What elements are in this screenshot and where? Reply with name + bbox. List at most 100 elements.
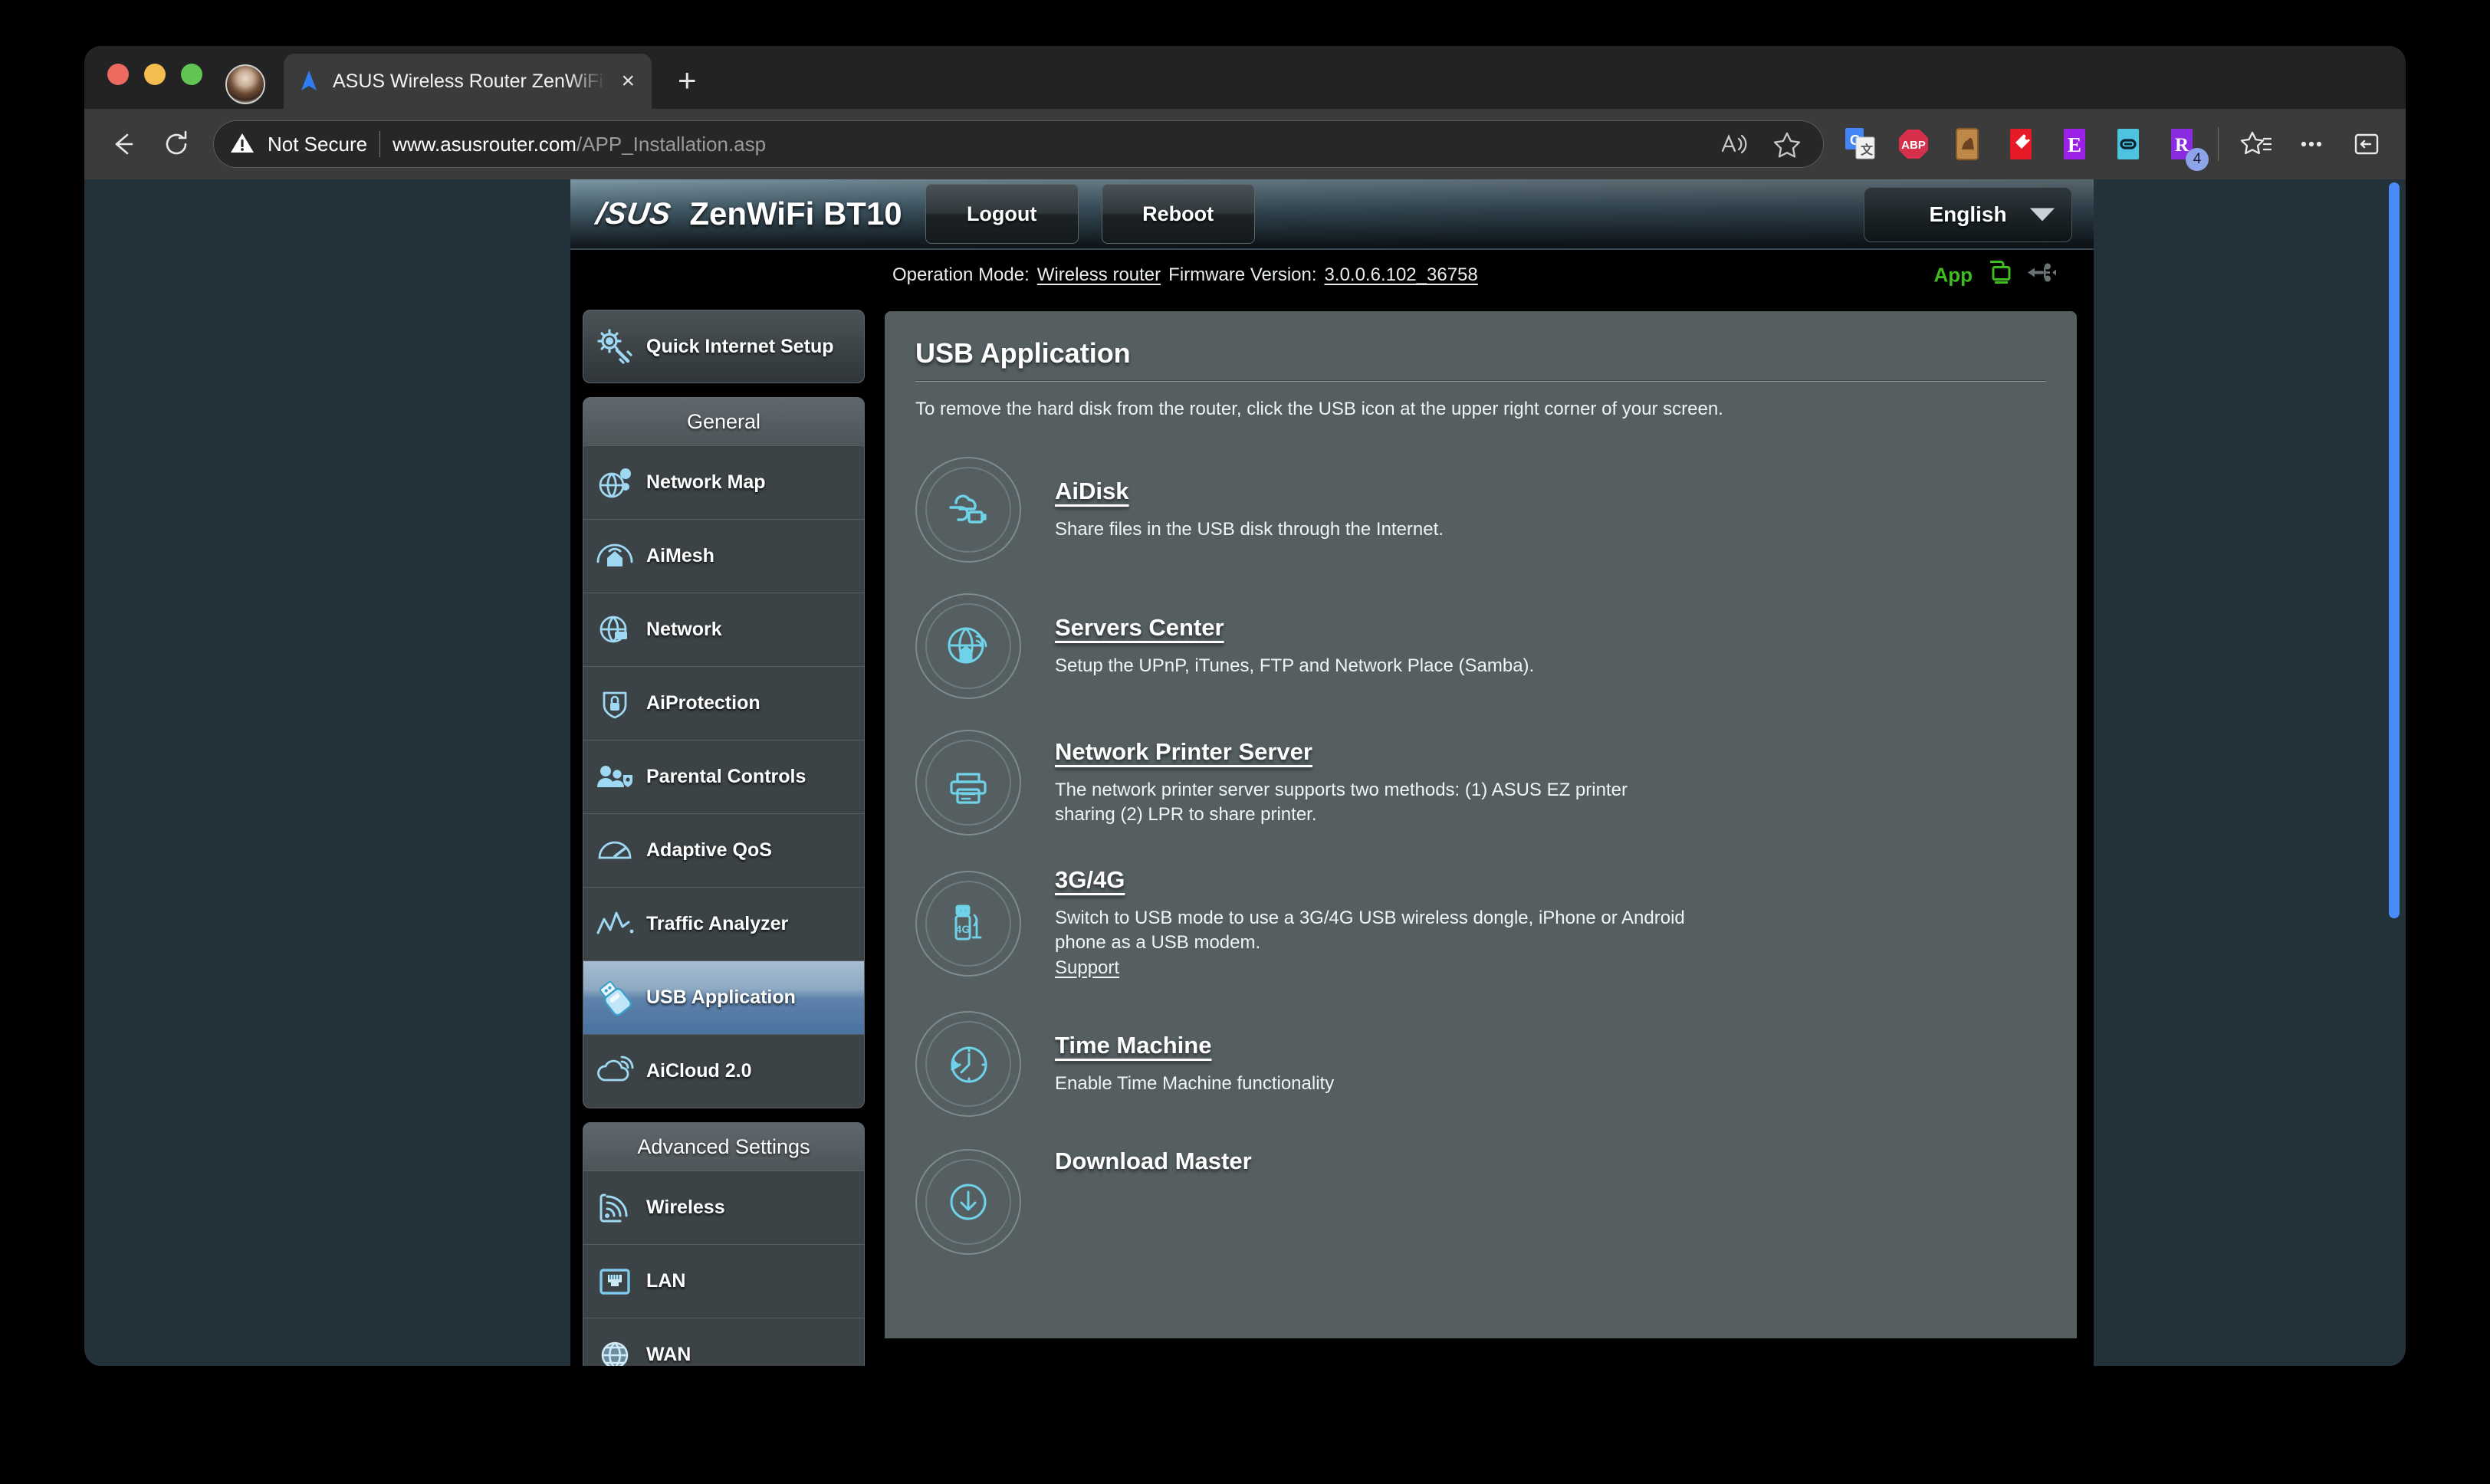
- sidebar-item-traffic-analyzer[interactable]: Traffic Analyzer: [583, 887, 864, 960]
- sidebar-item-label: Wireless: [646, 1197, 725, 1218]
- sidebar-group-header: Advanced Settings: [583, 1123, 864, 1170]
- sidebar-item-wireless[interactable]: Wireless: [583, 1170, 864, 1244]
- globe-home-server-icon: [915, 593, 1021, 699]
- sidebar-item-label: Network Map: [646, 471, 766, 493]
- app-link-3g-4g[interactable]: 3G/4G: [1055, 866, 1125, 894]
- sidebar-item-network-map[interactable]: Network Map: [583, 445, 864, 519]
- list-item[interactable]: 4G 3G/4G Switch to USB mode to use a 3G/…: [915, 866, 2046, 980]
- app-description: Share files in the USB disk through the …: [1055, 518, 1444, 540]
- clock-rewind-icon: [915, 1011, 1021, 1118]
- printer-icon: [915, 730, 1021, 836]
- app-link-network-printer-server[interactable]: Network Printer Server: [1055, 738, 1312, 766]
- sidebar-item-adaptive-qos[interactable]: Adaptive QoS: [583, 813, 864, 887]
- back-arrow-icon[interactable]: [106, 127, 140, 161]
- sidebar-item-lan[interactable]: LAN: [583, 1244, 864, 1318]
- url-host: www.asusrouter.com: [393, 132, 577, 156]
- gauge-icon: [594, 830, 636, 872]
- sidebar-item-quick-internet-setup[interactable]: Quick Internet Setup: [583, 310, 865, 383]
- link-extension[interactable]: [2112, 125, 2144, 163]
- sidebar-item-wan[interactable]: WAN: [583, 1318, 864, 1366]
- app-link-download-master[interactable]: Download Master: [1055, 1147, 1252, 1175]
- asus-router-ui: /SUS ZenWiFi BT10 Logout Reboot English …: [570, 179, 2094, 1366]
- maximize-window-button[interactable]: [181, 64, 202, 85]
- not-secure-icon: [229, 130, 255, 159]
- people-shield-icon: [594, 757, 636, 798]
- tab-title: ASUS Wireless Router ZenWiFi: [333, 70, 603, 92]
- vertical-scrollbar[interactable]: [2389, 182, 2400, 918]
- list-item[interactable]: Download Master: [915, 1147, 2046, 1256]
- star-icon[interactable]: [1769, 126, 1805, 162]
- sidebar-item-label: AiCloud 2.0: [646, 1060, 752, 1082]
- adblock-plus-extension[interactable]: ABP: [1897, 125, 1930, 163]
- language-select[interactable]: English: [1864, 187, 2072, 242]
- sidebar-item-label: Quick Internet Setup: [646, 336, 834, 357]
- read-aloud-icon[interactable]: [1714, 126, 1749, 162]
- operation-mode-value[interactable]: Wireless router: [1037, 264, 1161, 286]
- sidebar-item-aiprotection[interactable]: AiProtection: [583, 666, 864, 740]
- new-tab-button[interactable]: +: [678, 64, 697, 97]
- traffic-chart-icon: [594, 904, 636, 945]
- url-input[interactable]: www.asusrouter.com/APP_Installation.asp: [393, 133, 766, 156]
- sidebar-item-usb-application[interactable]: USB Application: [583, 960, 864, 1034]
- list-item[interactable]: AiDisk Share files in the USB disk throu…: [915, 457, 2046, 563]
- firmware-value[interactable]: 3.0.0.6.102_36758: [1325, 264, 1478, 286]
- window-traffic-lights: [107, 46, 202, 109]
- wireless-signal-icon: [594, 1187, 636, 1229]
- main-panel: USB Application To remove the hard disk …: [885, 311, 2077, 1338]
- app-description: Enable Time Machine functionality: [1055, 1072, 1335, 1094]
- svg-text:4G: 4G: [956, 923, 971, 935]
- minimize-window-button[interactable]: [144, 64, 166, 85]
- avatar[interactable]: [225, 64, 265, 104]
- more-ellipsis-icon[interactable]: [2294, 126, 2329, 162]
- sidebar-item-label: Traffic Analyzer: [646, 913, 789, 934]
- reboot-button[interactable]: Reboot: [1101, 184, 1255, 244]
- sidebar-item-label: Network: [646, 619, 722, 640]
- sidebar-item-network[interactable]: Network: [583, 593, 864, 666]
- gear-wand-icon: [594, 326, 636, 367]
- sidebar-group-advanced: Advanced Settings Wireless LAN WAN: [583, 1122, 865, 1366]
- router-info-bar: Operation Mode: Wireless router Firmware…: [570, 250, 2094, 300]
- wan-globe-icon: [594, 1335, 636, 1366]
- sidebar-item-parental-controls[interactable]: Parental Controls: [583, 740, 864, 813]
- sidebar-icon[interactable]: [2349, 126, 2384, 162]
- list-item[interactable]: Time Machine Enable Time Machine functio…: [915, 1011, 2046, 1118]
- asus-logo: /SUS: [593, 196, 674, 231]
- camel-extension[interactable]: [1951, 125, 1983, 163]
- svg-text:ABP: ABP: [1901, 139, 1926, 152]
- r-extension[interactable]: R 4: [2166, 125, 2209, 171]
- app-link-aidisk[interactable]: AiDisk: [1055, 478, 1128, 505]
- sidebar-item-label: AiMesh: [646, 545, 714, 566]
- network-globe-icon: [594, 609, 636, 651]
- app-description: The network printer server supports two …: [1055, 779, 1628, 825]
- support-link[interactable]: Support: [1055, 957, 1119, 978]
- usb-eject-icon[interactable]: [2025, 259, 2058, 292]
- sidebar-item-label: WAN: [646, 1344, 691, 1365]
- address-bar[interactable]: Not Secure www.asusrouter.com/APP_Instal…: [213, 120, 1824, 168]
- page-viewport: /SUS ZenWiFi BT10 Logout Reboot English …: [84, 179, 2406, 1366]
- sidebar-item-label: USB Application: [646, 987, 796, 1008]
- app-link-servers-center[interactable]: Servers Center: [1055, 614, 1224, 642]
- monitor-app-icon[interactable]: [1983, 258, 2014, 294]
- close-icon[interactable]: ×: [616, 70, 639, 93]
- browser-tab[interactable]: ASUS Wireless Router ZenWiFi ×: [284, 54, 652, 109]
- sidebar-item-aicloud[interactable]: AiCloud 2.0: [583, 1034, 864, 1108]
- app-link-time-machine[interactable]: Time Machine: [1055, 1032, 1211, 1059]
- collections-icon[interactable]: [2239, 126, 2274, 162]
- cloud-wifi-icon: [594, 1051, 636, 1092]
- browser-window: ASUS Wireless Router ZenWiFi × + Not Sec…: [84, 46, 2406, 1366]
- logout-button[interactable]: Logout: [925, 184, 1079, 244]
- sidebar-group-general: General Network Map AiMesh Network AiPro…: [583, 397, 865, 1108]
- security-status-label: Not Secure: [268, 132, 368, 156]
- google-translate-extension[interactable]: G 文: [1844, 125, 1876, 163]
- reload-icon[interactable]: [159, 127, 193, 161]
- e-extension[interactable]: E: [2058, 125, 2091, 163]
- browser-toolbar: Not Secure www.asusrouter.com/APP_Instal…: [84, 109, 2406, 179]
- sidebar-item-aimesh[interactable]: AiMesh: [583, 519, 864, 593]
- honey-extension[interactable]: [2005, 125, 2037, 163]
- close-window-button[interactable]: [107, 64, 129, 85]
- list-item[interactable]: Servers Center Setup the UPnP, iTunes, F…: [915, 593, 2046, 699]
- list-item[interactable]: Network Printer Server The network print…: [915, 730, 2046, 836]
- sidebar-item-label: AiProtection: [646, 692, 760, 714]
- sidebar-item-label: LAN: [646, 1270, 686, 1292]
- omnibox-actions: [1714, 126, 1808, 162]
